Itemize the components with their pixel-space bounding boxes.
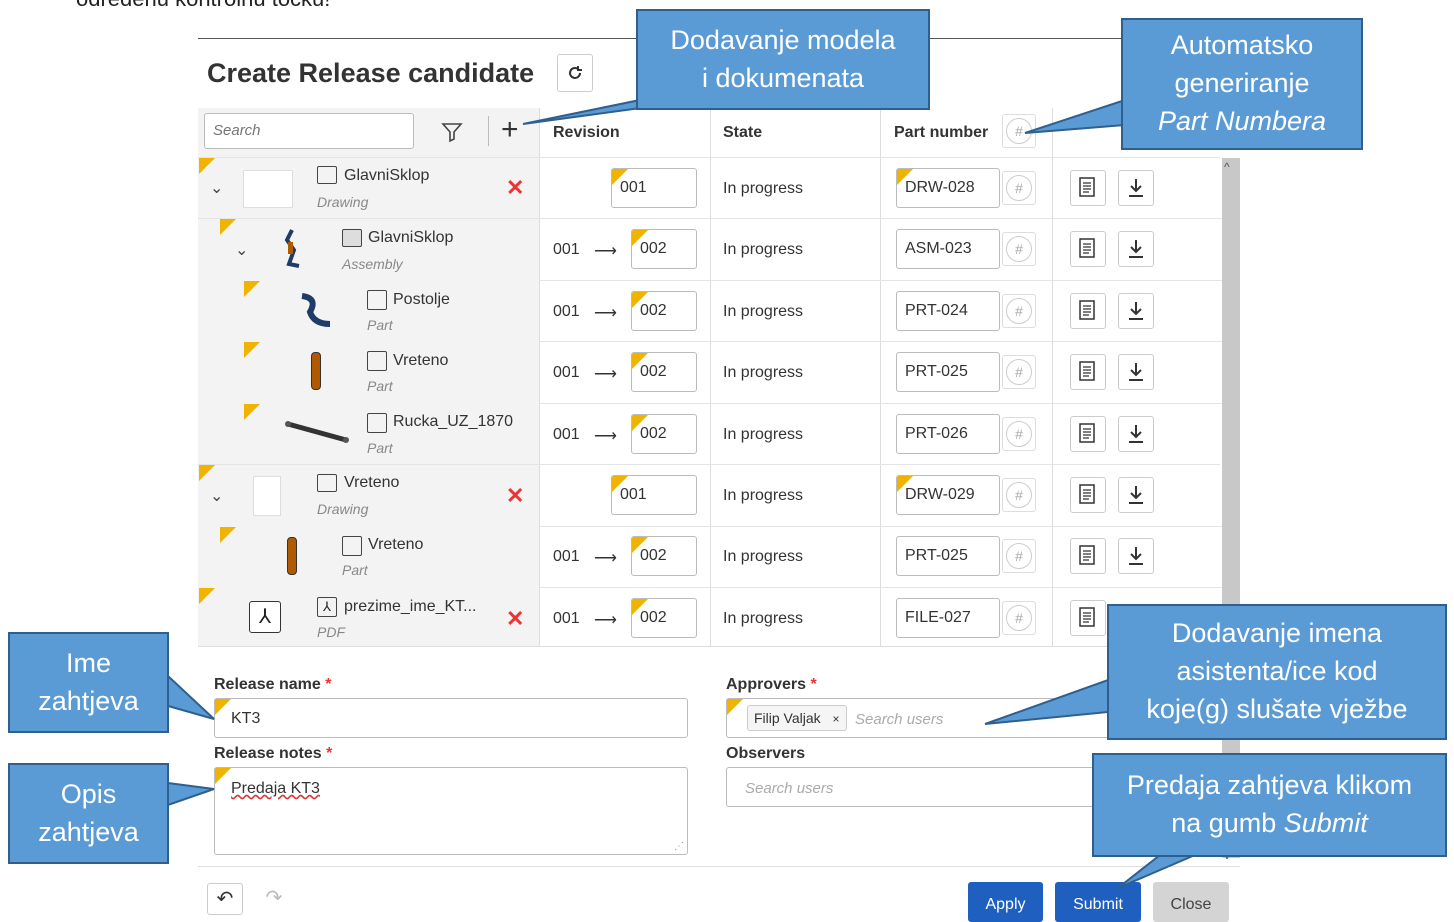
callout-line: i dokumenata [701, 62, 865, 93]
callout-line: koje(g) slušate vježbe [1146, 693, 1408, 724]
callout-line: Ime [65, 647, 111, 678]
callout-auto-generate: Automatsko generiranje Part Numbera [1121, 18, 1363, 150]
callout-text: na gumb [1171, 808, 1284, 838]
callout-submit: Predaja zahtjeva klikom na gumb Submit [1092, 753, 1447, 857]
callout-line: na gumb Submit [1094, 805, 1445, 843]
callout-line: Dodavanje imena [1171, 618, 1383, 649]
callout-description: Opis zahtjeva [8, 763, 169, 864]
callout-line: Predaja zahtjeva klikom [1126, 770, 1413, 801]
callout-release-name: Ime zahtjeva [8, 632, 169, 733]
callout-text-italic: Submit [1283, 808, 1368, 838]
callout-pointer [1024, 98, 1126, 134]
callout-line: Automatsko [1170, 30, 1314, 61]
callout-line: asistenta/ice kod [1176, 656, 1378, 687]
callout-pointer [984, 678, 1109, 725]
callout-line: zahtjeva [38, 685, 139, 716]
callout-line: Opis [60, 778, 117, 809]
callout-pointer [167, 781, 215, 807]
callout-line: Part Numbera [1157, 105, 1327, 136]
callout-assistant: Dodavanje imena asistenta/ice kod koje(g… [1107, 604, 1447, 740]
callout-line: zahtjeva [38, 816, 139, 847]
callout-line: generiranje [1174, 68, 1310, 99]
callout-line: Dodavanje modela [670, 24, 896, 55]
callout-add-models: Dodavanje modela i dokumenata [636, 9, 930, 110]
callout-pointer [1117, 854, 1196, 889]
callout-pointer [167, 673, 215, 720]
